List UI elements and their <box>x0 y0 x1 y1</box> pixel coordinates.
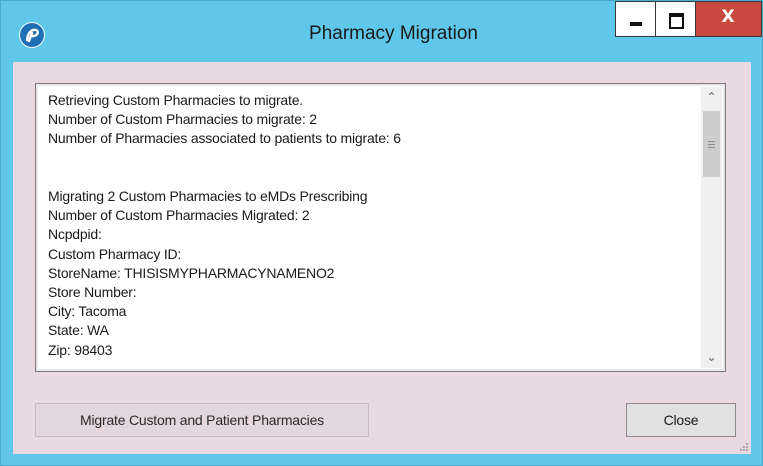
log-line: Zip: 98403 <box>48 341 113 358</box>
migrate-pharmacies-button[interactable]: Migrate Custom and Patient Pharmacies <box>35 403 369 437</box>
log-line: City: Tacoma <box>48 303 127 320</box>
log-line: StoreName: THISISMYPHARMACYNAMENO2 <box>48 264 335 281</box>
migration-log-textbox[interactable]: Retrieving Custom Pharmacies to migrate.… <box>35 83 726 372</box>
log-line: Number of Custom Pharmacies to migrate: … <box>48 111 317 128</box>
resize-grip-icon[interactable] <box>738 441 748 451</box>
migration-log-text[interactable]: Retrieving Custom Pharmacies to migrate.… <box>48 91 708 369</box>
scroll-thumb[interactable] <box>703 111 720 177</box>
minimize-icon <box>630 22 642 26</box>
log-line: Store Number: <box>48 284 137 301</box>
title-bar[interactable]: Pharmacy Migration X <box>1 1 762 62</box>
log-line: State: WA <box>48 322 109 339</box>
log-line: Retrieving Custom Pharmacies to migrate. <box>48 92 303 108</box>
maximize-icon <box>669 13 684 29</box>
scroll-down-arrow-icon[interactable]: ⌄ <box>701 347 722 368</box>
log-line: Number of Custom Pharmacies Migrated: 2 <box>48 207 310 224</box>
scroll-up-arrow-icon[interactable]: ⌃ <box>701 87 722 108</box>
log-line: Number of Pharmacies associated to patie… <box>48 130 401 147</box>
close-icon: X <box>721 7 735 27</box>
minimize-button[interactable] <box>615 1 656 37</box>
dialog-body: Retrieving Custom Pharmacies to migrate.… <box>13 62 751 454</box>
app-logo-icon <box>19 22 45 48</box>
log-line: Ncpdpid: <box>48 226 102 243</box>
pharmacy-migration-window: Pharmacy Migration X Retrieving Custom P… <box>0 0 763 466</box>
thumb-grip-icon <box>708 141 715 148</box>
maximize-button[interactable] <box>656 1 696 37</box>
log-scrollbar[interactable]: ⌃ ⌄ <box>701 87 722 368</box>
log-line: Migrating 2 Custom Pharmacies to eMDs Pr… <box>48 188 368 205</box>
window-title: Pharmacy Migration <box>309 23 478 44</box>
log-line: Custom Pharmacy ID: <box>48 245 182 262</box>
close-window-button[interactable]: X <box>696 1 762 37</box>
close-button[interactable]: Close <box>626 403 736 437</box>
